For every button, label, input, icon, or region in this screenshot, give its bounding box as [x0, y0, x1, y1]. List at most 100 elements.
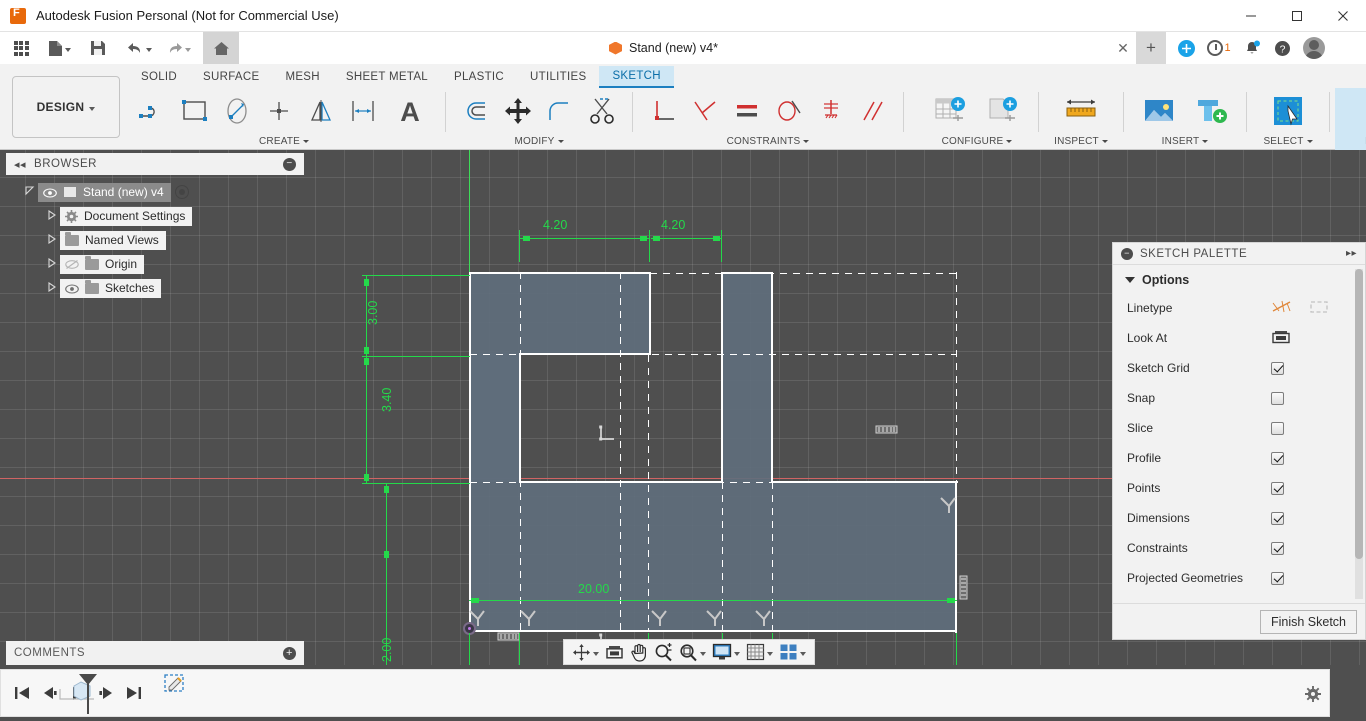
tab-utilities[interactable]: UTILITIES: [517, 66, 599, 88]
look-at-button[interactable]: [1271, 328, 1291, 348]
activate-component-radio[interactable]: [174, 185, 189, 199]
tab-sheet-metal[interactable]: SHEET METAL: [333, 66, 441, 88]
new-document-tab-button[interactable]: +: [1136, 32, 1166, 64]
palette-minimize-button[interactable]: −: [1121, 247, 1133, 260]
panel-insert-title[interactable]: INSERT: [1129, 134, 1241, 148]
tab-mesh[interactable]: MESH: [272, 66, 332, 88]
circle-tool[interactable]: [216, 89, 258, 133]
line-tool[interactable]: [132, 89, 174, 133]
dimensions-checkbox[interactable]: [1271, 511, 1284, 525]
rectangle-tool[interactable]: [174, 89, 216, 133]
tab-surface[interactable]: SURFACE: [190, 66, 272, 88]
configure-table-tool[interactable]: [925, 89, 977, 133]
measure-tool[interactable]: [1055, 89, 1107, 133]
select-tool[interactable]: [1262, 89, 1314, 133]
insert-image-tool[interactable]: [1133, 89, 1185, 133]
help-button[interactable]: ?: [1268, 32, 1296, 64]
tangent-constraint[interactable]: [768, 89, 810, 133]
profile-region-left-lower[interactable]: [470, 353, 520, 482]
expand-arrow-icon[interactable]: [22, 186, 38, 198]
sketch-line-column-right[interactable]: [771, 272, 773, 483]
timeline-playhead-marker[interactable]: [79, 674, 97, 714]
browser-item-sketches[interactable]: Sketches: [60, 278, 162, 298]
tangent-constraint-glyph[interactable]: [649, 608, 669, 633]
tangent-constraint-glyph[interactable]: [518, 608, 538, 633]
linetype-construction-button[interactable]: [1309, 299, 1329, 318]
tab-plastic[interactable]: PLASTIC: [441, 66, 517, 88]
mirror-tool[interactable]: [300, 89, 342, 133]
tangent-constraint-glyph[interactable]: [753, 608, 773, 633]
projected-geometries-checkbox[interactable]: [1271, 571, 1284, 585]
orbit-button[interactable]: [569, 640, 602, 664]
browser-item-stand[interactable]: Stand (new) v4: [38, 182, 171, 202]
fix-unfix-constraint[interactable]: [810, 89, 852, 133]
palette-expand-button[interactable]: ▸▸: [1346, 248, 1357, 259]
profile-checkbox[interactable]: [1271, 451, 1284, 465]
projected-line-lower[interactable]: [470, 482, 957, 483]
panel-select-title[interactable]: SELECT: [1252, 134, 1324, 148]
timeline-go-to-end-button[interactable]: [121, 678, 147, 708]
look-at-button[interactable]: [602, 640, 627, 664]
dim-top-left-value[interactable]: 4.20: [543, 218, 567, 232]
timeline-settings-button[interactable]: [1305, 686, 1321, 702]
slice-checkbox[interactable]: [1271, 421, 1284, 435]
add-comment-button[interactable]: +: [283, 646, 296, 660]
dim-overall-width-value[interactable]: 20.00: [578, 582, 609, 596]
eye-icon[interactable]: [43, 187, 57, 198]
equal-constraint[interactable]: [726, 89, 768, 133]
expand-arrow-icon[interactable]: [44, 209, 60, 222]
linetype-normal-button[interactable]: [1271, 299, 1293, 318]
panel-create-title[interactable]: CREATE: [128, 134, 440, 148]
eye-hidden-icon[interactable]: [65, 259, 79, 270]
points-checkbox[interactable]: [1271, 481, 1284, 495]
tab-solid[interactable]: SOLID: [128, 66, 190, 88]
viewports-button[interactable]: [776, 640, 809, 664]
fix-constraint-glyph[interactable]: [497, 631, 521, 650]
pan-button[interactable]: [627, 640, 651, 664]
fix-constraint-glyph[interactable]: [875, 424, 899, 443]
timeline-go-to-beginning-button[interactable]: [9, 678, 35, 708]
panel-inspect-title[interactable]: INSPECT: [1044, 134, 1118, 148]
dimension-tool[interactable]: [342, 89, 384, 133]
projected-line-vert-1[interactable]: [620, 272, 621, 632]
perpendicular-constraint-glyph[interactable]: [597, 425, 619, 452]
comments-bar[interactable]: COMMENTS +: [6, 641, 304, 665]
snap-checkbox[interactable]: [1271, 391, 1284, 405]
maximize-button[interactable]: [1274, 0, 1320, 32]
browser-item-document-settings[interactable]: Document Settings: [60, 206, 193, 226]
expand-arrow-icon[interactable]: [44, 257, 60, 270]
projected-line-mid[interactable]: [470, 354, 957, 355]
panel-constraints-title[interactable]: CONSTRAINTS: [638, 134, 898, 148]
expand-arrow-icon[interactable]: [44, 233, 60, 246]
undo-button[interactable]: [123, 32, 156, 64]
home-button[interactable]: [203, 32, 239, 64]
fit-button[interactable]: [676, 640, 709, 664]
palette-section-options[interactable]: Options: [1113, 265, 1365, 293]
browser-item-named-views[interactable]: Named Views: [60, 230, 166, 250]
fix-constraint-glyph-vertical[interactable]: [957, 575, 971, 606]
redo-button[interactable]: [162, 32, 195, 64]
tab-sketch[interactable]: SKETCH: [599, 66, 674, 88]
constraints-checkbox[interactable]: [1271, 541, 1284, 555]
browser-collapse-button[interactable]: ◂◂: [14, 158, 26, 171]
dim-left-mid-value[interactable]: 3.40: [380, 388, 394, 412]
panel-configure-title[interactable]: CONFIGURE: [921, 134, 1033, 148]
timeline-feature-sketch[interactable]: [163, 673, 197, 713]
sketch-line-topblock-right[interactable]: [649, 272, 651, 355]
close-button[interactable]: [1320, 0, 1366, 32]
extension-manager-button[interactable]: [1172, 32, 1200, 64]
grid-snaps-button[interactable]: [743, 640, 776, 664]
move-copy-tool[interactable]: [497, 89, 539, 133]
tangent-constraint-glyph[interactable]: [938, 495, 958, 520]
perpendicular-constraint[interactable]: [684, 89, 726, 133]
expand-arrow-icon[interactable]: [44, 281, 60, 294]
projected-line-vert-2[interactable]: [648, 355, 649, 632]
account-button[interactable]: [1298, 32, 1330, 64]
sketch-line-top-left[interactable]: [469, 272, 651, 274]
palette-scrollbar[interactable]: [1355, 269, 1363, 599]
finish-sketch-button[interactable]: Finish Sketch: [1259, 609, 1357, 634]
browser-minimize-button[interactable]: −: [283, 157, 296, 171]
projected-line-vert-5[interactable]: [956, 272, 957, 484]
dim-top-right-value[interactable]: 4.20: [661, 218, 685, 232]
text-tool[interactable]: A: [384, 89, 436, 133]
